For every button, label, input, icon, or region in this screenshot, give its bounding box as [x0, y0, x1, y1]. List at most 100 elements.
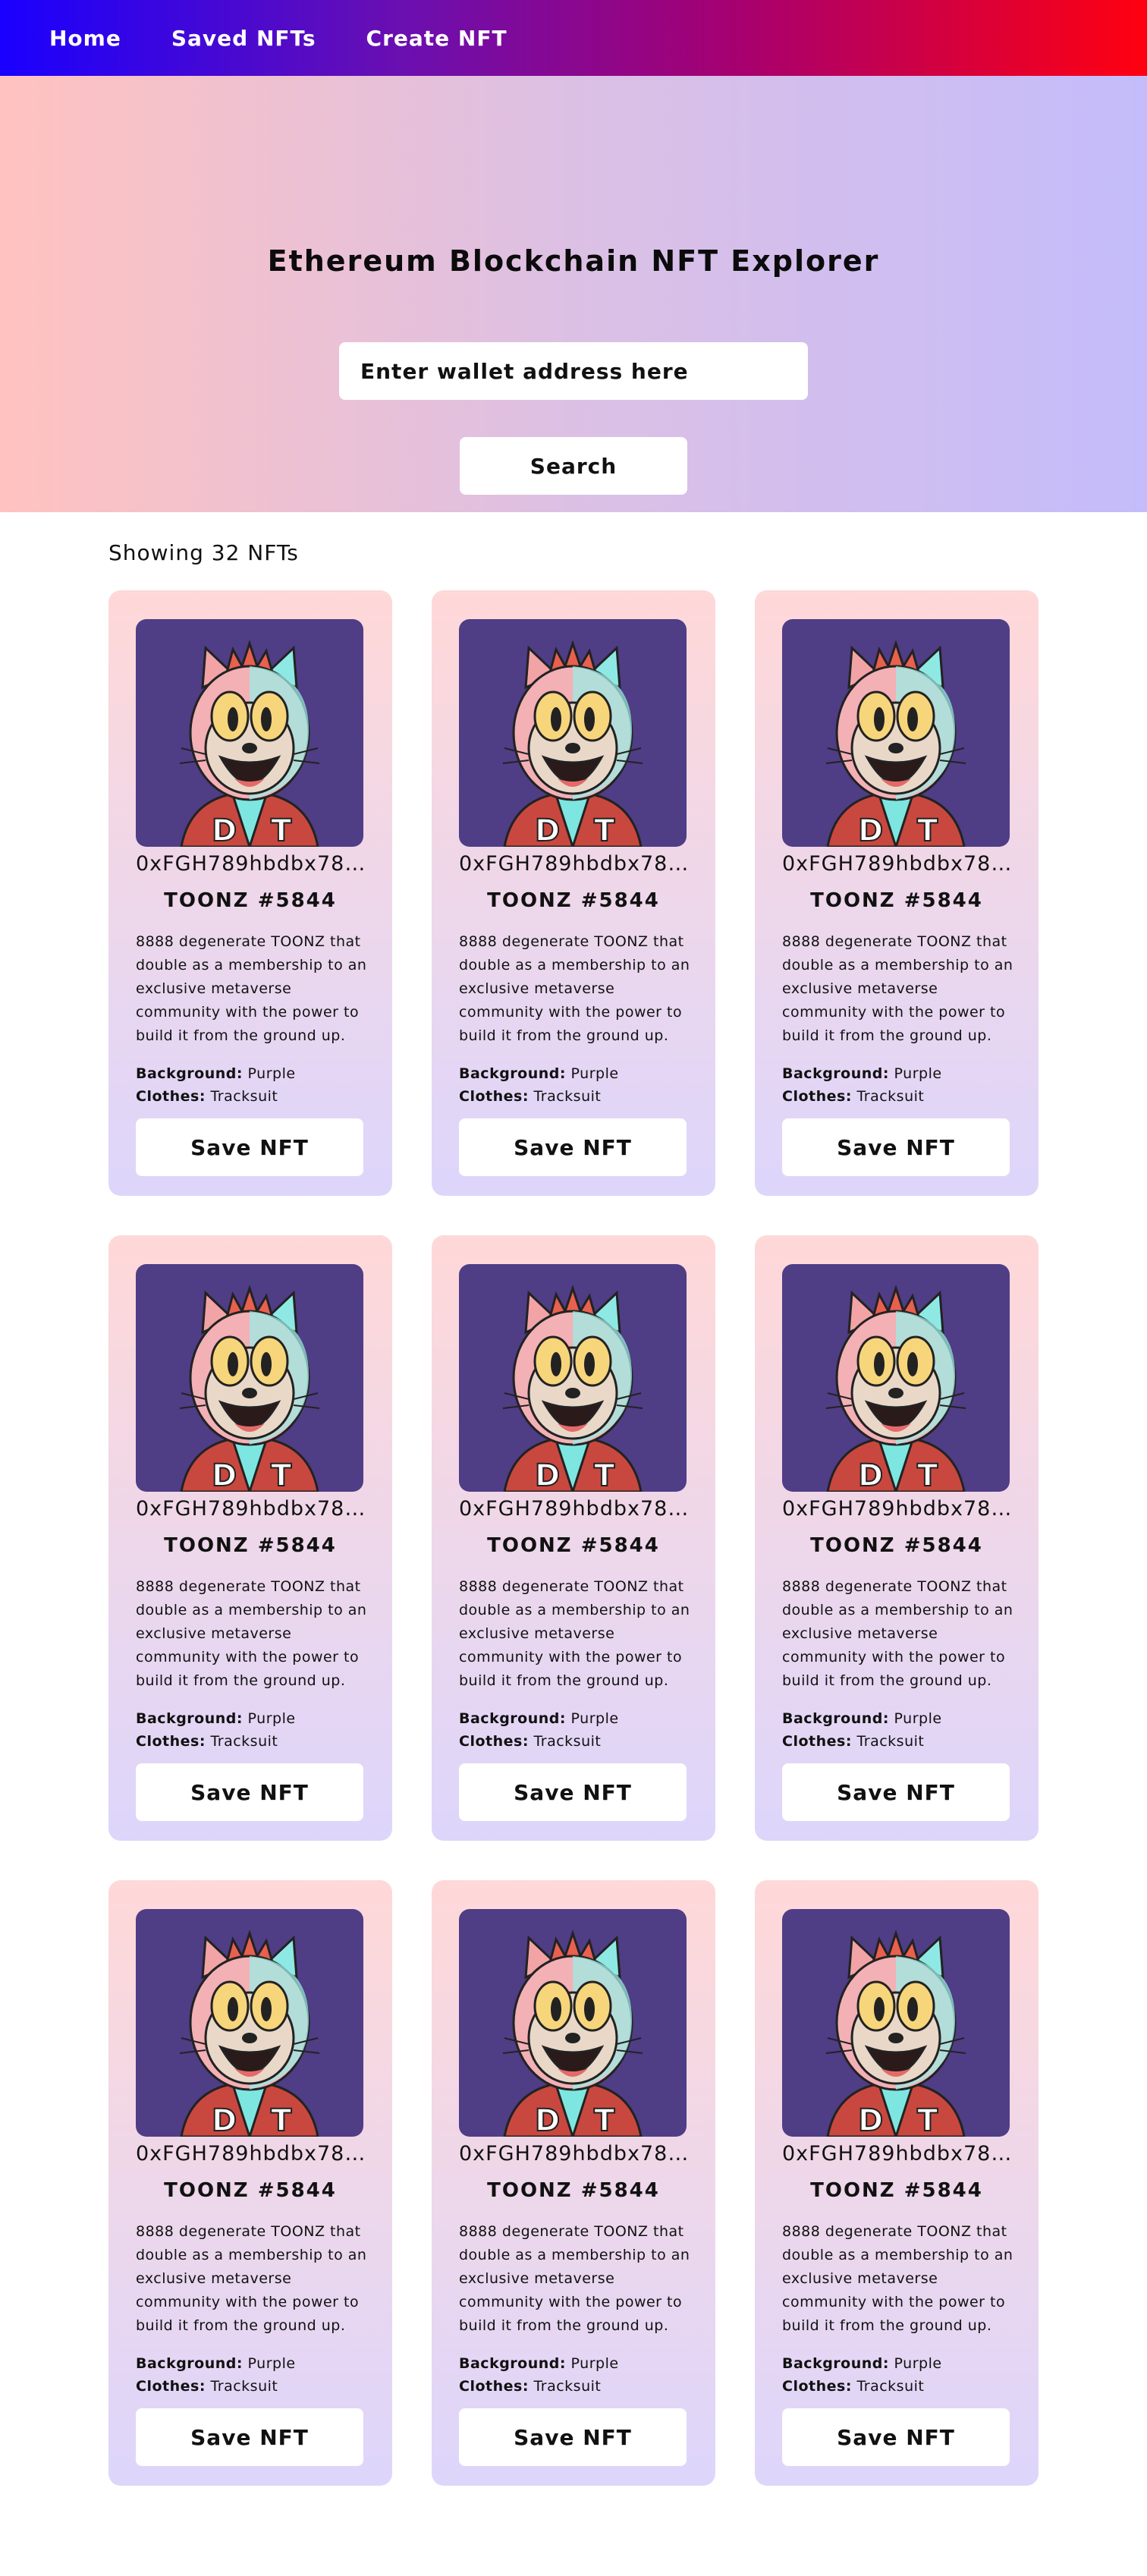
attribute-value: Tracksuit	[856, 1088, 925, 1105]
attribute-key: Background:	[136, 1710, 243, 1727]
nft-description: 8888 degenerate TOONZ that double as a m…	[782, 2223, 1013, 2334]
hero-section: Ethereum Blockchain NFT Explorer Search	[0, 76, 1147, 512]
attribute-key: Clothes:	[136, 1088, 206, 1105]
nft-attribute: Clothes: Tracksuit	[136, 1088, 278, 1105]
attribute-value: Purple	[570, 1710, 619, 1727]
attribute-key: Background:	[459, 1065, 566, 1082]
nft-card: D T 0xFGH789hbdbx783... TOONZ #5844 8888…	[108, 1880, 392, 2486]
nft-attribute: Clothes: Tracksuit	[782, 2378, 924, 2395]
svg-text:D: D	[858, 1458, 883, 1492]
attribute-key: Background:	[782, 1065, 889, 1082]
nft-card: D T 0xFGH789hbdbx783... TOONZ #5844 8888…	[432, 1880, 715, 2486]
nft-description: 8888 degenerate TOONZ that double as a m…	[136, 933, 367, 1044]
svg-text:T: T	[271, 2103, 292, 2137]
nft-name: TOONZ #5844	[810, 2179, 983, 2202]
attribute-value: Purple	[570, 1065, 619, 1082]
svg-text:D: D	[212, 813, 237, 847]
nft-card: D T 0xFGH789hbdbx783... TOONZ #5844 8888…	[755, 1235, 1039, 1841]
save-nft-button[interactable]: Save NFT	[459, 2408, 687, 2466]
attribute-key: Background:	[459, 1710, 566, 1727]
nft-name: TOONZ #5844	[487, 2179, 660, 2202]
nft-card: D T 0xFGH789hbdbx783... TOONZ #5844 8888…	[108, 1235, 392, 1841]
attribute-value: Tracksuit	[210, 1088, 278, 1105]
attribute-key: Clothes:	[459, 1088, 529, 1105]
nav-create-nft-link[interactable]: Create NFT	[366, 26, 508, 51]
nft-image: D T	[782, 1264, 1010, 1492]
svg-text:D: D	[212, 1458, 237, 1492]
nft-attribute: Clothes: Tracksuit	[782, 1733, 924, 1750]
nft-attribute: Background: Purple	[459, 2355, 619, 2372]
nft-name: TOONZ #5844	[810, 1534, 983, 1557]
svg-text:T: T	[917, 2103, 938, 2137]
attribute-key: Clothes:	[459, 2378, 529, 2395]
toonz-cat-avatar-icon: D T	[502, 640, 643, 847]
attribute-value: Tracksuit	[533, 1733, 602, 1750]
attribute-key: Background:	[459, 2355, 566, 2372]
save-nft-button[interactable]: Save NFT	[782, 1763, 1010, 1821]
nft-attribute: Background: Purple	[136, 1065, 296, 1082]
nft-attribute: Clothes: Tracksuit	[459, 2378, 601, 2395]
attribute-value: Purple	[570, 2355, 619, 2372]
svg-text:D: D	[858, 2103, 883, 2137]
svg-text:D: D	[858, 813, 883, 847]
svg-text:D: D	[212, 2103, 237, 2137]
toonz-cat-avatar-icon: D T	[825, 1930, 966, 2137]
top-nav: Home Saved NFTs Create NFT	[0, 0, 1147, 76]
save-nft-button[interactable]: Save NFT	[136, 1118, 363, 1176]
toonz-cat-avatar-icon: D T	[502, 1930, 643, 2137]
toonz-cat-avatar-icon: D T	[179, 1930, 320, 2137]
nft-attribute: Clothes: Tracksuit	[136, 1733, 278, 1750]
nft-name: TOONZ #5844	[164, 1534, 337, 1557]
nft-name: TOONZ #5844	[487, 1534, 660, 1557]
nft-description: 8888 degenerate TOONZ that double as a m…	[136, 2223, 367, 2334]
save-nft-button[interactable]: Save NFT	[459, 1118, 687, 1176]
search-button[interactable]: Search	[460, 437, 687, 495]
nft-owner-address: 0xFGH789hbdbx783...	[136, 2142, 371, 2166]
attribute-key: Background:	[136, 1065, 243, 1082]
save-nft-button[interactable]: Save NFT	[782, 2408, 1010, 2466]
attribute-value: Tracksuit	[210, 1733, 278, 1750]
nft-attribute: Background: Purple	[782, 2355, 942, 2372]
nft-attribute: Background: Purple	[782, 1065, 942, 1082]
nft-image: D T	[136, 1264, 363, 1492]
toonz-cat-avatar-icon: D T	[825, 640, 966, 847]
nft-attribute: Clothes: Tracksuit	[459, 1088, 601, 1105]
nft-owner-address: 0xFGH789hbdbx783...	[136, 1497, 371, 1521]
nft-attribute: Clothes: Tracksuit	[459, 1733, 601, 1750]
save-nft-button[interactable]: Save NFT	[459, 1763, 687, 1821]
nft-attribute: Clothes: Tracksuit	[136, 2378, 278, 2395]
nft-owner-address: 0xFGH789hbdbx783...	[782, 2142, 1017, 2166]
svg-text:T: T	[917, 813, 938, 847]
toonz-cat-avatar-icon: D T	[179, 1285, 320, 1492]
toonz-cat-avatar-icon: D T	[179, 640, 320, 847]
nav-home-link[interactable]: Home	[49, 26, 121, 51]
save-nft-button[interactable]: Save NFT	[136, 1763, 363, 1821]
nft-card: D T 0xFGH789hbdbx783... TOONZ #5844 8888…	[432, 1235, 715, 1841]
attribute-value: Purple	[894, 2355, 942, 2372]
nft-attribute: Background: Purple	[136, 2355, 296, 2372]
page-title: Ethereum Blockchain NFT Explorer	[267, 244, 880, 278]
nft-attribute: Clothes: Tracksuit	[782, 1088, 924, 1105]
nft-card: D T 0xFGH789hbdbx783... TOONZ #5844 8888…	[755, 590, 1039, 1196]
svg-text:T: T	[594, 1458, 615, 1492]
nft-description: 8888 degenerate TOONZ that double as a m…	[782, 933, 1013, 1044]
wallet-address-input[interactable]	[339, 342, 808, 400]
svg-text:D: D	[535, 813, 560, 847]
attribute-value: Tracksuit	[856, 2378, 925, 2395]
nav-saved-nfts-link[interactable]: Saved NFTs	[171, 26, 316, 51]
results-count: Showing 32 NFTs	[108, 540, 299, 565]
nft-description: 8888 degenerate TOONZ that double as a m…	[459, 2223, 690, 2334]
nft-attribute: Background: Purple	[459, 1065, 619, 1082]
nft-image: D T	[782, 619, 1010, 847]
save-nft-button[interactable]: Save NFT	[136, 2408, 363, 2466]
nft-owner-address: 0xFGH789hbdbx783...	[459, 852, 694, 876]
attribute-value: Purple	[247, 1710, 296, 1727]
nft-owner-address: 0xFGH789hbdbx783...	[782, 852, 1017, 876]
nft-card: D T 0xFGH789hbdbx783... TOONZ #5844 8888…	[755, 1880, 1039, 2486]
svg-text:D: D	[535, 2103, 560, 2137]
nft-description: 8888 degenerate TOONZ that double as a m…	[459, 1578, 690, 1689]
attribute-key: Clothes:	[459, 1733, 529, 1750]
attribute-key: Clothes:	[136, 1733, 206, 1750]
save-nft-button[interactable]: Save NFT	[782, 1118, 1010, 1176]
attribute-key: Clothes:	[782, 1088, 852, 1105]
